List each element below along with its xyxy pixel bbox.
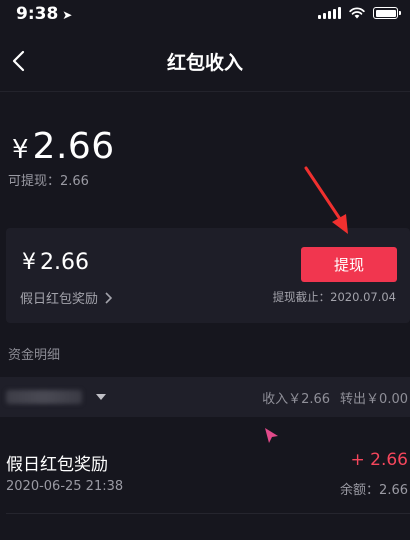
reward-source-link[interactable]: 假日红包奖励 (20, 288, 113, 307)
page-title: 红包收入 (166, 52, 243, 74)
transaction-title: 假日红包奖励 (6, 455, 108, 475)
row-divider (6, 513, 410, 514)
nav-divider (0, 91, 410, 92)
transaction-amount: + 2.66 (350, 450, 409, 470)
card-amount: ¥ 2.66 (22, 250, 89, 275)
blurred-filter-value (6, 390, 82, 404)
reward-source-label: 假日红包奖励 (20, 292, 99, 307)
wifi-icon (349, 7, 365, 19)
filter-stats: 收入￥2.66 转出￥0.00 (262, 388, 408, 407)
withdraw-button[interactable]: 提现 (301, 247, 397, 282)
filter-bar: 收入￥2.66 转出￥0.00 (0, 377, 410, 417)
transaction-date: 2020-06-25 21:38 (6, 479, 124, 494)
date-filter-dropdown[interactable] (6, 387, 110, 407)
section-title: 资金明细 (8, 348, 61, 363)
battery-icon (373, 7, 401, 19)
red-arrow-annotation (304, 166, 348, 234)
chevron-right-icon (105, 291, 113, 304)
income-total: 收入￥2.66 (262, 392, 331, 407)
withdraw-deadline: 提现截止：2020.07.04 (272, 290, 396, 304)
pointer-cursor-icon (265, 428, 278, 443)
balance-amount: 2.66 (32, 126, 115, 167)
currency-symbol: ¥ (12, 135, 29, 165)
transaction-row[interactable]: 假日红包奖励 2020-06-25 21:38 + 2.66 余额：2.66 (0, 432, 410, 504)
status-icons (318, 7, 401, 19)
status-time: 9:38 ➤ (16, 4, 73, 24)
location-arrow-icon: ➤ (62, 8, 73, 22)
available-amount: 可提现：2.66 (8, 174, 89, 189)
card-currency-symbol: ¥ (22, 250, 36, 275)
transaction-balance: 余额：2.66 (340, 483, 408, 498)
outgo-total: 转出￥0.00 (340, 392, 408, 407)
total-balance: ¥ 2.66 (12, 126, 115, 167)
card-amount-value: 2.66 (40, 250, 89, 275)
reward-card: ¥ 2.66 假日红包奖励 提现 提现截止：2020.07.04 (6, 228, 410, 323)
caret-down-icon (96, 394, 106, 400)
signal-icon (318, 7, 341, 19)
